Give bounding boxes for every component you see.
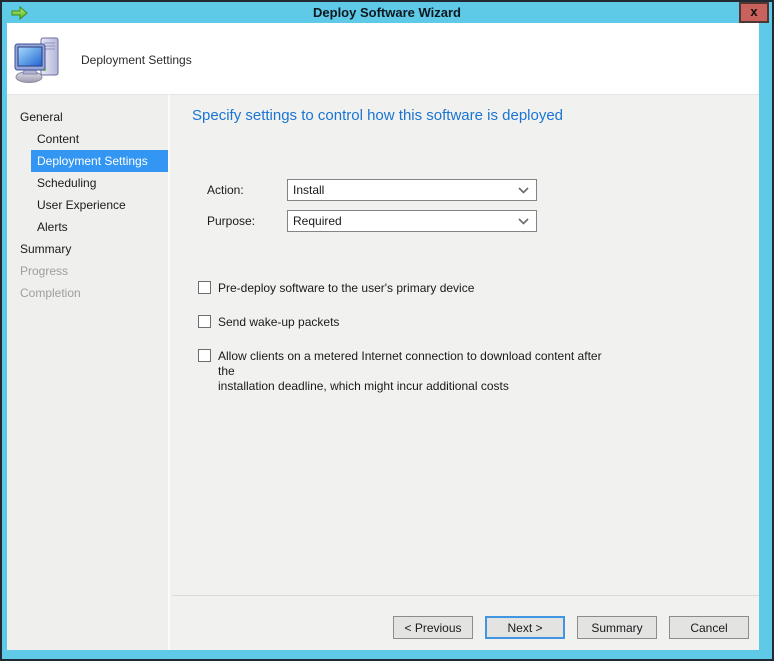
close-icon[interactable]: x xyxy=(739,2,769,23)
action-dropdown-value: Install xyxy=(293,183,324,197)
button-bar: < Previous Next > Summary Cancel xyxy=(172,597,759,650)
content-panel: Specify settings to control how this sof… xyxy=(172,95,759,650)
nav-item-progress: Progress xyxy=(7,260,168,282)
metered-checkbox-label: Allow clients on a metered Internet conn… xyxy=(218,349,618,394)
wizard-header: Deployment Settings xyxy=(7,23,759,95)
computer-icon xyxy=(13,34,63,84)
predeploy-checkbox-row[interactable]: Pre-deploy software to the user's primar… xyxy=(172,281,745,296)
action-field-row: Action: Install xyxy=(172,179,759,201)
wizard-nav: General Content Deployment Settings Sche… xyxy=(7,95,170,650)
wakeup-checkbox-label: Send wake-up packets xyxy=(218,315,618,330)
purpose-dropdown-value: Required xyxy=(293,214,342,228)
next-button[interactable]: Next > xyxy=(485,616,565,639)
wakeup-checkbox[interactable] xyxy=(198,315,211,328)
cancel-button[interactable]: Cancel xyxy=(669,616,749,639)
predeploy-checkbox-label: Pre-deploy software to the user's primar… xyxy=(218,281,618,296)
page-title: Specify settings to control how this sof… xyxy=(192,107,563,124)
chevron-down-icon xyxy=(518,187,529,194)
action-dropdown[interactable]: Install xyxy=(287,179,537,201)
nav-item-deployment-settings[interactable]: Deployment Settings xyxy=(31,150,168,172)
wizard-body: General Content Deployment Settings Sche… xyxy=(7,95,759,650)
previous-button[interactable]: < Previous xyxy=(393,616,473,639)
metered-checkbox-row[interactable]: Allow clients on a metered Internet conn… xyxy=(172,349,745,394)
client-area: Deployment Settings General Content Depl… xyxy=(7,23,759,650)
header-page-title: Deployment Settings xyxy=(81,53,192,67)
predeploy-checkbox[interactable] xyxy=(198,281,211,294)
nav-item-user-experience[interactable]: User Experience xyxy=(7,194,168,216)
nav-item-content[interactable]: Content xyxy=(7,128,168,150)
content-main: Specify settings to control how this sof… xyxy=(172,95,759,596)
metered-checkbox[interactable] xyxy=(198,349,211,362)
nav-item-summary[interactable]: Summary xyxy=(7,238,168,260)
title-bar: Deploy Software Wizard x xyxy=(2,2,772,23)
purpose-field-row: Purpose: Required xyxy=(172,210,759,232)
purpose-label: Purpose: xyxy=(207,210,255,232)
summary-button[interactable]: Summary xyxy=(577,616,657,639)
button-row: < Previous Next > Summary Cancel xyxy=(393,616,749,639)
window-title: Deploy Software Wizard xyxy=(2,2,772,23)
nav-item-general[interactable]: General xyxy=(7,106,168,128)
action-label: Action: xyxy=(207,179,244,201)
nav-item-scheduling[interactable]: Scheduling xyxy=(7,172,168,194)
chevron-down-icon xyxy=(518,218,529,225)
nav-item-completion: Completion xyxy=(7,282,168,304)
nav-item-alerts[interactable]: Alerts xyxy=(7,216,168,238)
wakeup-checkbox-row[interactable]: Send wake-up packets xyxy=(172,315,745,330)
deploy-software-wizard-window: Deploy Software Wizard x xyxy=(0,0,774,661)
purpose-dropdown[interactable]: Required xyxy=(287,210,537,232)
